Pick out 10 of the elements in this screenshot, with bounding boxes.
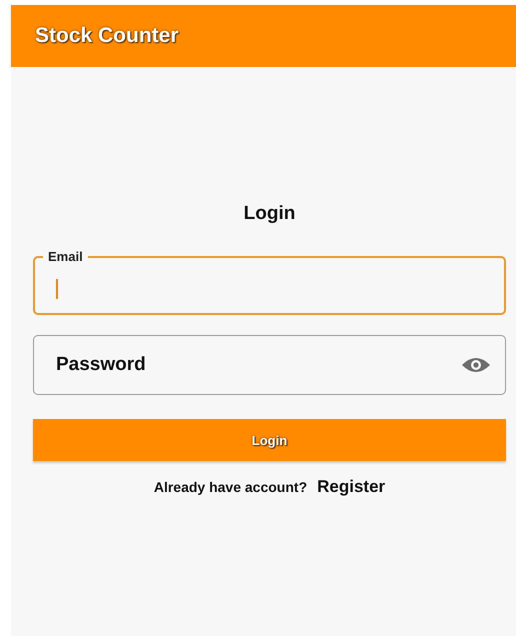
- password-input[interactable]: Password: [56, 354, 461, 376]
- text-cursor: [56, 279, 58, 299]
- field-label: Email: [47, 249, 84, 265]
- password-field[interactable]: Password: [33, 335, 506, 395]
- email-field[interactable]: Email: [33, 249, 506, 315]
- app-title: Stock Counter: [35, 24, 179, 48]
- login-heading: Login: [242, 203, 296, 225]
- eye-icon[interactable]: [461, 356, 491, 374]
- account-prompt: Already have account?: [154, 479, 308, 495]
- register-link[interactable]: Register: [317, 477, 386, 497]
